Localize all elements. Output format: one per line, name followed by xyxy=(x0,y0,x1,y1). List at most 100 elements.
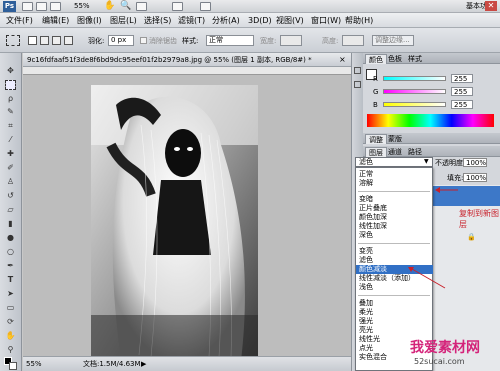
refine-edge-button[interactable]: 调整边缘... xyxy=(372,35,414,46)
tab-masks[interactable]: 蒙版 xyxy=(385,134,405,144)
lasso-tool-icon[interactable]: ρ xyxy=(5,94,16,104)
blend-mode-option[interactable]: 变亮 xyxy=(356,247,433,256)
blend-mode-option[interactable]: 浅色 xyxy=(356,283,433,292)
arrange-documents-icon[interactable] xyxy=(172,2,183,11)
selected-layer-row[interactable] xyxy=(433,186,500,206)
feather-input[interactable]: 0 px xyxy=(108,35,134,46)
menu-window[interactable]: 窗口(W) xyxy=(311,16,341,25)
menu-layer[interactable]: 图层(L) xyxy=(110,16,137,25)
screen-mode-icon[interactable] xyxy=(200,2,211,11)
marquee-tool-preset-icon[interactable] xyxy=(6,35,20,46)
blend-mode-option[interactable]: 颜色加深 xyxy=(356,213,433,222)
color-spectrum[interactable] xyxy=(367,114,494,127)
menu-analysis[interactable]: 分析(A) xyxy=(212,16,240,25)
eyedropper-tool-icon[interactable]: ⁄ xyxy=(5,135,16,145)
tab-color[interactable]: 颜色 xyxy=(365,54,387,64)
zoom-tool-icon[interactable]: 🔍 xyxy=(120,2,131,11)
status-document-size[interactable]: 文档:1.5M/4.63M xyxy=(83,360,141,368)
close-document-icon[interactable]: × xyxy=(339,55,346,64)
blend-mode-option[interactable]: 柔光 xyxy=(356,308,433,317)
new-selection-icon[interactable] xyxy=(28,36,37,45)
zoom-tool-icon[interactable]: ⚲ xyxy=(5,345,16,355)
intersect-selection-icon[interactable] xyxy=(64,36,73,45)
pen-tool-icon[interactable]: ✒ xyxy=(5,261,16,271)
quick-select-tool-icon[interactable]: ✎ xyxy=(5,107,16,117)
fill-input[interactable]: 100% xyxy=(463,173,487,182)
blend-mode-option[interactable]: 线性减淡（添加） xyxy=(356,274,433,283)
image-canvas[interactable] xyxy=(91,85,258,361)
antialias-checkbox[interactable] xyxy=(140,37,147,44)
tab-channels[interactable]: 通道 xyxy=(385,147,405,157)
status-arrow-icon[interactable]: ▶ xyxy=(141,360,146,368)
blend-mode-option[interactable]: 正常 xyxy=(356,170,433,179)
hand-tool-icon[interactable]: ✋ xyxy=(5,331,16,341)
blend-mode-option[interactable]: 滤色 xyxy=(356,256,433,265)
clone-stamp-tool-icon[interactable]: ♙ xyxy=(5,177,16,187)
channel-r-value[interactable]: 255 xyxy=(451,74,473,83)
blend-mode-option[interactable]: 叠加 xyxy=(356,299,433,308)
brush-tool-icon[interactable]: ✐ xyxy=(5,163,16,173)
shape-tool-icon[interactable]: ▭ xyxy=(5,303,16,313)
healing-brush-tool-icon[interactable]: ✚ xyxy=(5,149,16,159)
blend-mode-option[interactable]: 深色 xyxy=(356,231,433,240)
minimize-button[interactable]: – xyxy=(466,1,476,11)
gradient-tool-icon[interactable]: ▮ xyxy=(5,219,16,229)
blend-mode-option[interactable]: 正片叠底 xyxy=(356,204,433,213)
menu-image[interactable]: 图像(I) xyxy=(77,16,102,25)
background-color-swatch[interactable] xyxy=(9,362,17,370)
channel-g-slider[interactable] xyxy=(383,89,446,94)
close-window-button[interactable]: ✕ xyxy=(485,1,497,11)
blend-mode-select[interactable]: 滤色 xyxy=(355,157,433,167)
tab-adjust[interactable]: 调整 xyxy=(365,134,387,144)
add-selection-icon[interactable] xyxy=(40,36,49,45)
blend-mode-option[interactable]: 强光 xyxy=(356,317,433,326)
width-input[interactable] xyxy=(280,35,302,46)
document-tab[interactable]: 9c16fdfaaf51f3de8f6bd9dc95eef01f2b2979a8… xyxy=(23,53,351,67)
subtract-selection-icon[interactable] xyxy=(52,36,61,45)
opacity-input[interactable]: 100% xyxy=(463,158,487,167)
status-zoom[interactable]: 55% xyxy=(26,360,42,368)
style-select[interactable]: 正常 xyxy=(206,35,254,46)
menu-3d[interactable]: 3D(D) xyxy=(248,16,272,25)
menu-help[interactable]: 帮助(H) xyxy=(345,16,373,25)
tab-layers[interactable]: 图层 xyxy=(365,147,387,157)
menu-select[interactable]: 选择(S) xyxy=(144,16,171,25)
path-select-tool-icon[interactable]: ➤ xyxy=(5,289,16,299)
history-panel-icon[interactable] xyxy=(354,67,361,74)
dodge-tool-icon[interactable]: ○ xyxy=(5,247,16,257)
blend-mode-option[interactable]: 颜色减淡 xyxy=(356,265,433,274)
bridge-icon[interactable] xyxy=(22,2,33,11)
menu-filter[interactable]: 滤镜(T) xyxy=(178,16,205,25)
marquee-tool-icon[interactable] xyxy=(5,80,16,90)
layer-lock-icon[interactable]: 🔒 xyxy=(467,233,476,241)
menu-view[interactable]: 视图(V) xyxy=(276,16,304,25)
move-tool-icon[interactable]: ✥ xyxy=(5,66,16,76)
channel-g-value[interactable]: 255 xyxy=(451,87,473,96)
tab-styles[interactable]: 样式 xyxy=(405,54,425,64)
eraser-tool-icon[interactable]: ▱ xyxy=(5,205,16,215)
blend-mode-option[interactable]: 亮光 xyxy=(356,326,433,335)
type-tool-icon[interactable]: T xyxy=(5,275,16,285)
channel-b-slider[interactable] xyxy=(383,102,446,107)
blend-mode-option[interactable]: 溶解 xyxy=(356,179,433,188)
channel-r-slider[interactable] xyxy=(383,76,446,81)
3d-rotate-tool-icon[interactable]: ⟳ xyxy=(5,317,16,327)
history-brush-tool-icon[interactable]: ↺ xyxy=(5,191,16,201)
tab-paths[interactable]: 路径 xyxy=(405,147,425,157)
height-input[interactable] xyxy=(342,35,364,46)
actions-panel-icon[interactable] xyxy=(354,81,361,88)
blend-mode-option[interactable]: 线性加深 xyxy=(356,222,433,231)
blend-mode-option[interactable]: 变暗 xyxy=(356,195,433,204)
tab-swatches[interactable]: 色板 xyxy=(385,54,405,64)
menu-file[interactable]: 文件(F) xyxy=(6,16,33,25)
hand-tool-icon[interactable]: ✋ xyxy=(104,2,115,11)
channel-b-value[interactable]: 255 xyxy=(451,100,473,109)
crop-tool-icon[interactable]: ⌗ xyxy=(5,121,16,131)
blend-mode-arrow-icon[interactable]: ▼ xyxy=(424,158,429,166)
zoom-level-dropdown[interactable]: 55% xyxy=(74,2,102,11)
menu-edit[interactable]: 编辑(E) xyxy=(42,16,69,25)
guides-icon[interactable] xyxy=(50,2,61,11)
mini-bridge-icon[interactable] xyxy=(36,2,47,11)
blur-tool-icon[interactable]: ● xyxy=(5,233,16,243)
rotate-view-icon[interactable] xyxy=(136,2,147,11)
